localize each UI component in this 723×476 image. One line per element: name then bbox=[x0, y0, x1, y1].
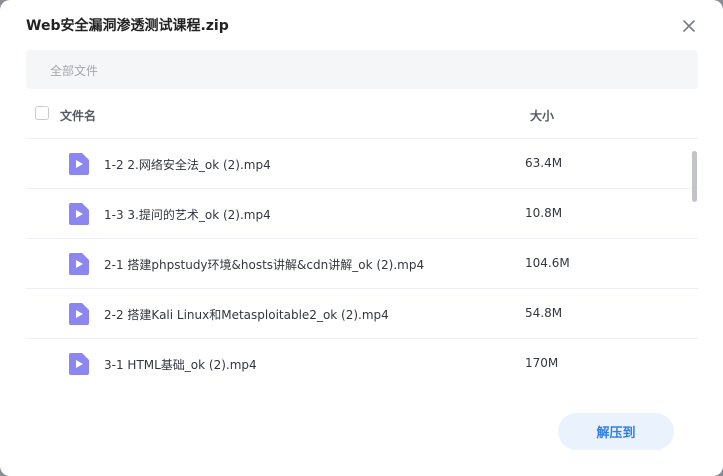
table-row[interactable]: 2-1 搭建phpstudy环境&hosts讲解&cdn讲解_ok (2).mp… bbox=[26, 239, 698, 289]
file-size: 54.8M bbox=[525, 306, 563, 320]
select-all-checkbox[interactable] bbox=[35, 106, 49, 120]
file-list: 1-2 2.网络安全法_ok (2).mp4 63.4M 1-3 3.提问的艺术… bbox=[26, 139, 698, 388]
table-header: 文件名 大小 bbox=[26, 89, 698, 139]
video-file-icon bbox=[69, 153, 89, 175]
breadcrumb: 全部文件 bbox=[26, 50, 698, 89]
file-name: 3-1 HTML基础_ok (2).mp4 bbox=[104, 358, 257, 372]
scrollbar-thumb[interactable] bbox=[692, 151, 697, 202]
video-file-icon bbox=[69, 203, 89, 225]
video-file-icon bbox=[69, 253, 89, 275]
file-size: 170M bbox=[525, 356, 559, 370]
file-name: 1-3 3.提问的艺术_ok (2).mp4 bbox=[104, 208, 271, 222]
table-row[interactable]: 2-2 搭建Kali Linux和Metasploitable2_ok (2).… bbox=[26, 289, 698, 339]
file-size: 10.8M bbox=[525, 206, 563, 220]
breadcrumb-root[interactable]: 全部文件 bbox=[50, 62, 98, 79]
table-row[interactable]: 1-3 3.提问的艺术_ok (2).mp4 10.8M bbox=[26, 189, 698, 239]
column-header-name: 文件名 bbox=[60, 109, 97, 123]
close-button[interactable] bbox=[679, 16, 699, 36]
close-icon bbox=[683, 20, 695, 32]
dialog-title: Web安全漏洞渗透测试课程.zip bbox=[26, 18, 229, 34]
file-name: 1-2 2.网络安全法_ok (2).mp4 bbox=[104, 158, 271, 172]
table-row[interactable]: 1-2 2.网络安全法_ok (2).mp4 63.4M bbox=[26, 139, 698, 189]
column-header-size: 大小 bbox=[530, 109, 555, 123]
zip-preview-dialog: Web安全漏洞渗透测试课程.zip 全部文件 文件名 大小 1-2 2.网络安全… bbox=[0, 0, 723, 476]
file-size: 104.6M bbox=[525, 256, 570, 270]
video-file-icon bbox=[69, 303, 89, 325]
extract-to-button[interactable]: 解压到 bbox=[558, 413, 674, 450]
file-name: 2-2 搭建Kali Linux和Metasploitable2_ok (2).… bbox=[104, 308, 389, 322]
file-size: 63.4M bbox=[525, 156, 563, 170]
video-file-icon bbox=[69, 353, 89, 375]
file-name: 2-1 搭建phpstudy环境&hosts讲解&cdn讲解_ok (2).mp… bbox=[104, 258, 425, 272]
table-row[interactable]: 3-1 HTML基础_ok (2).mp4 170M bbox=[26, 339, 698, 388]
